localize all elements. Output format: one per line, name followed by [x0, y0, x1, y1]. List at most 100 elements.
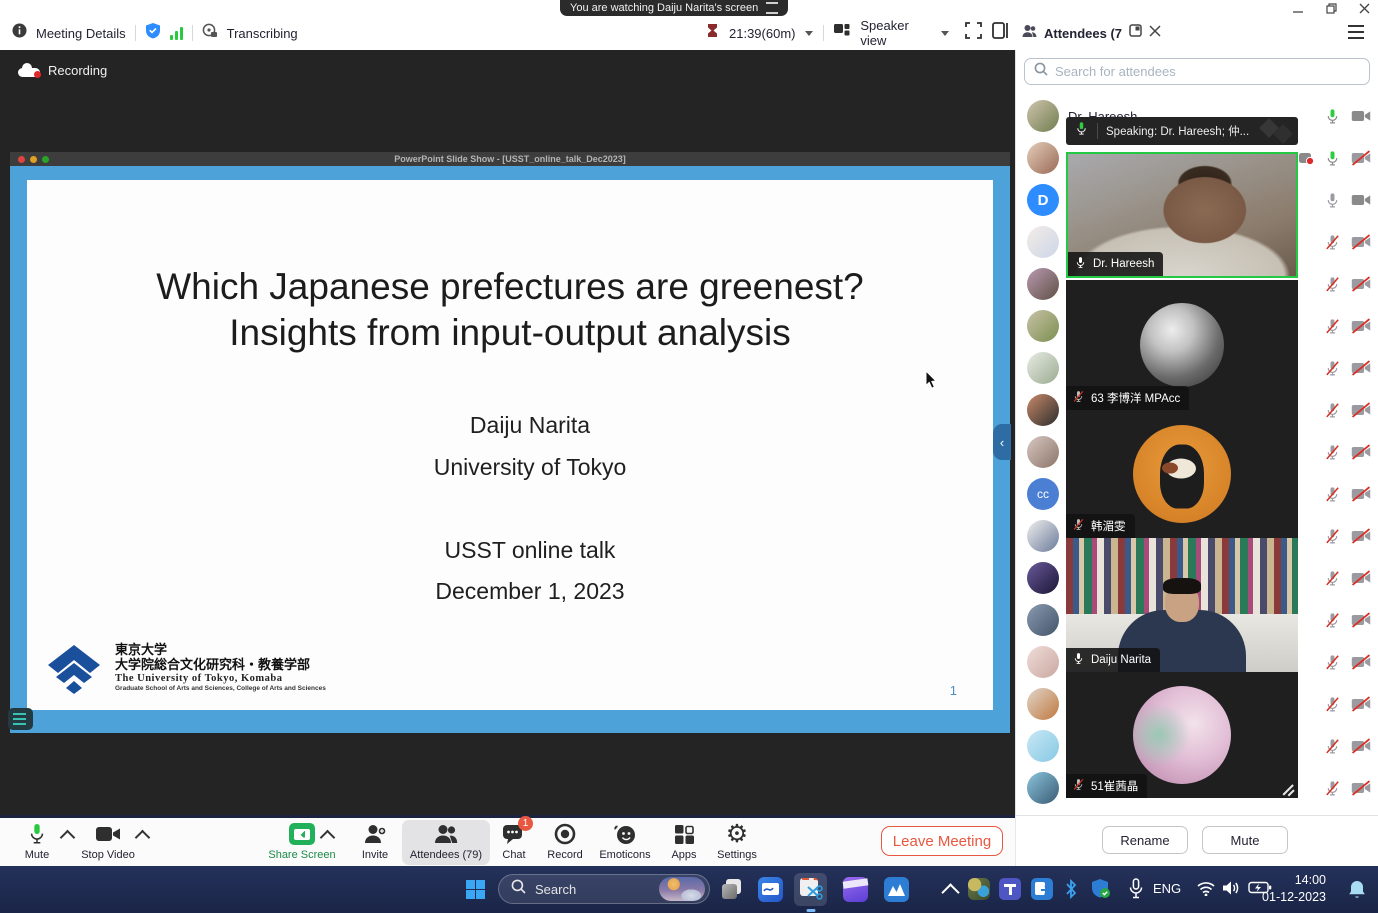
rename-button[interactable]: Rename — [1102, 826, 1188, 854]
camera-off-icon[interactable] — [1351, 276, 1371, 292]
taskbar-search[interactable]: Search — [498, 874, 710, 904]
fullscreen-icon[interactable] — [965, 22, 982, 44]
camera-off-icon[interactable] — [1351, 444, 1371, 460]
meeting-details-button[interactable]: Meeting Details — [36, 26, 126, 41]
attendee-search-input[interactable]: Search for attendees — [1024, 58, 1370, 85]
participant-avatar — [1133, 425, 1231, 523]
camera-off-icon[interactable] — [1351, 528, 1371, 544]
video-thumbnail[interactable]: 韩湄雯 — [1066, 410, 1298, 538]
attendee-status-icons — [1324, 305, 1371, 347]
emoticons-button[interactable]: Emoticons — [593, 822, 657, 861]
mute-button[interactable]: Mute — [14, 822, 60, 861]
more-menu-icon[interactable] — [1348, 25, 1364, 39]
tray-mic-icon[interactable] — [1128, 878, 1144, 905]
camera-off-icon[interactable] — [1351, 570, 1371, 586]
encryption-shield-icon[interactable] — [145, 22, 161, 44]
security-shield-icon[interactable] — [1090, 878, 1112, 905]
video-thumbnail[interactable]: Daiju Narita — [1066, 538, 1298, 672]
tray-expand-chevron[interactable] — [941, 883, 959, 901]
chat-button[interactable]: 1 Chat — [492, 822, 536, 861]
mic-muted-icon[interactable] — [1324, 654, 1341, 671]
timer-dropdown-icon[interactable] — [805, 31, 813, 36]
camera-off-icon[interactable] — [1351, 654, 1371, 670]
mic-muted-icon[interactable] — [1324, 570, 1341, 587]
start-button[interactable] — [466, 880, 485, 899]
bluetooth-icon[interactable] — [1064, 878, 1078, 905]
mic-icon[interactable] — [1324, 192, 1341, 209]
camera-off-icon[interactable] — [1351, 402, 1371, 418]
tray-app1-icon[interactable] — [968, 878, 990, 900]
camera-off-icon[interactable] — [1351, 696, 1371, 712]
teams-icon[interactable] — [999, 878, 1021, 900]
volume-icon[interactable] — [1222, 880, 1241, 901]
speaking-toast: Speaking: Dr. Hareesh; 仲... — [1066, 117, 1298, 145]
camera-off-icon[interactable] — [1351, 360, 1371, 376]
connection-quality-icon[interactable] — [170, 26, 183, 40]
close-window-icon[interactable] — [1359, 3, 1370, 14]
mic-muted-icon[interactable] — [1324, 402, 1341, 419]
quick-share-icon[interactable] — [1031, 878, 1053, 900]
banner-list-icon[interactable] — [766, 2, 778, 14]
camera-off-icon[interactable] — [1351, 234, 1371, 250]
camera-off-icon[interactable] — [1351, 150, 1371, 166]
record-button[interactable]: Record — [539, 822, 591, 861]
mute-attendee-button[interactable]: Mute — [1202, 826, 1288, 854]
top-strip: You are watching Daiju Narita's screen — [0, 0, 1378, 16]
speaker-view-icon[interactable] — [834, 24, 850, 43]
mic-muted-icon[interactable] — [1324, 276, 1341, 293]
camera-off-icon[interactable] — [1351, 612, 1371, 628]
invite-button[interactable]: Invite — [350, 822, 400, 861]
language-indicator[interactable]: ENG — [1153, 881, 1181, 896]
stop-video-button[interactable]: Stop Video — [76, 822, 140, 861]
camera-off-icon[interactable] — [1351, 318, 1371, 334]
m-app-icon[interactable] — [884, 877, 909, 902]
mic-muted-icon[interactable] — [1324, 780, 1341, 797]
video-name-text: Dr. Hareesh — [1093, 258, 1154, 270]
weather-widget-icon[interactable] — [659, 877, 705, 901]
apps-button[interactable]: Apps — [661, 822, 707, 861]
mic-muted-icon[interactable] — [1324, 444, 1341, 461]
camera-off-icon[interactable] — [1351, 780, 1371, 796]
side-panel-icon[interactable] — [992, 22, 1008, 44]
task-view-icon[interactable] — [720, 877, 745, 902]
video-thumbnail[interactable]: Dr. Hareesh — [1066, 152, 1298, 278]
popout-icon[interactable] — [1129, 24, 1142, 42]
slide-event: USST online talk — [47, 537, 1013, 564]
video-thumbnail[interactable]: 63 李博洋 MPAcc — [1066, 280, 1298, 410]
mic-on-icon[interactable] — [1324, 108, 1341, 125]
mic-muted-icon[interactable] — [1324, 696, 1341, 713]
camera-on-icon[interactable] — [1351, 108, 1371, 124]
restore-icon[interactable] — [1326, 3, 1337, 14]
notification-bell-icon[interactable] — [1348, 879, 1366, 904]
camera-off-icon[interactable] — [1351, 738, 1371, 754]
close-panel-icon[interactable] — [1149, 24, 1161, 42]
minimize-icon[interactable] — [1293, 3, 1304, 14]
camera-on-icon[interactable] — [1351, 192, 1371, 208]
mic-on-icon[interactable] — [1324, 150, 1341, 167]
info-icon[interactable] — [12, 23, 27, 43]
mic-muted-icon[interactable] — [1324, 360, 1341, 377]
attendees-button[interactable]: Attendees (79) — [404, 822, 488, 861]
mic-muted-icon[interactable] — [1324, 612, 1341, 629]
settings-button[interactable]: ⚙ Settings — [709, 822, 765, 861]
resize-handle-icon[interactable] — [1281, 781, 1295, 795]
mic-muted-icon[interactable] — [1324, 234, 1341, 251]
mic-muted-icon[interactable] — [1324, 738, 1341, 755]
view-dropdown-icon[interactable] — [941, 31, 949, 36]
snipping-tool-icon[interactable] — [794, 873, 827, 906]
mic-muted-icon[interactable] — [1324, 528, 1341, 545]
leave-meeting-button[interactable]: Leave Meeting — [881, 826, 1003, 856]
mic-muted-icon[interactable] — [1324, 318, 1341, 335]
slideshow-menu-icon[interactable] — [8, 708, 33, 730]
whiteboard-icon[interactable] — [758, 877, 783, 902]
view-mode-label[interactable]: Speaker view — [860, 18, 931, 48]
wifi-icon[interactable] — [1196, 880, 1216, 901]
collapse-panel-tab[interactable]: ‹ — [993, 424, 1011, 460]
taskbar-clock[interactable]: 14:00 01-12-2023 — [1262, 872, 1326, 906]
movies-app-icon[interactable] — [843, 877, 868, 902]
camera-off-icon[interactable] — [1351, 486, 1371, 502]
mic-muted-icon[interactable] — [1324, 486, 1341, 503]
mic-muted-icon — [1072, 518, 1085, 534]
video-thumbnail[interactable]: 51崔茜晶 — [1066, 672, 1298, 798]
mute-options-chevron[interactable] — [60, 830, 76, 846]
